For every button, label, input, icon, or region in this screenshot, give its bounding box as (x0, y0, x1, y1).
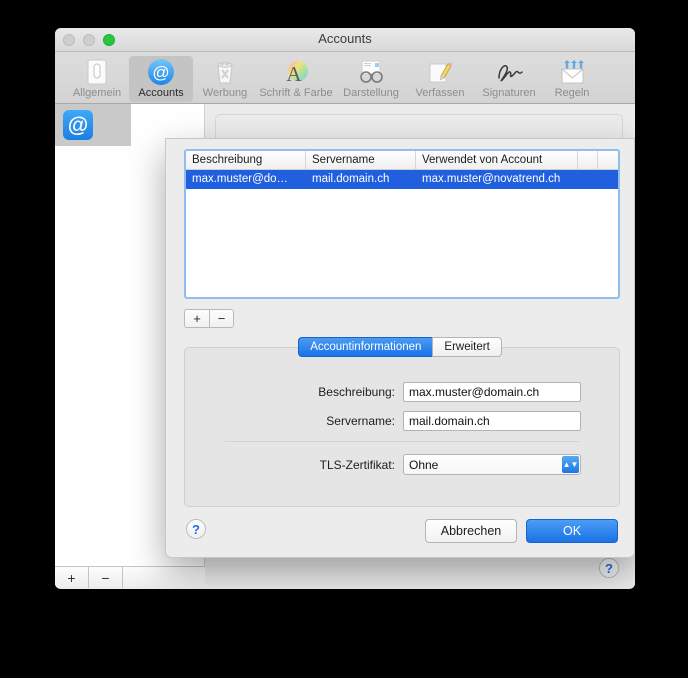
column-header-extra-2[interactable] (598, 151, 618, 169)
toolbar-item-regeln[interactable]: Regeln (545, 56, 599, 102)
cell-beschreibung: max.muster@do… (192, 173, 289, 185)
tab-accountinformationen[interactable]: Accountinformationen (298, 337, 433, 357)
font-color-icon: A (259, 58, 333, 86)
label-beschreibung: Beschreibung: (318, 385, 395, 399)
window-titlebar: Accounts (55, 28, 635, 52)
at-sign-icon: @ (131, 58, 191, 86)
rules-mail-icon (547, 58, 597, 86)
toolbar-item-schrift-farbe[interactable]: A Schrift & Farbe (257, 56, 335, 102)
toolbar-label: Regeln (554, 87, 590, 99)
toolbar-label: Verfassen (415, 87, 465, 99)
sheet-help-button[interactable]: ? (186, 519, 206, 539)
svg-text:A: A (286, 62, 302, 85)
label-tls-zertifikat: TLS-Zertifikat: (319, 457, 395, 472)
ok-button[interactable]: OK (526, 519, 618, 543)
svg-text:@: @ (152, 63, 169, 82)
tab-erweitert[interactable]: Erweitert (432, 337, 502, 357)
sidebar-account-item[interactable]: @ (55, 104, 131, 146)
segmented-filler (123, 567, 205, 588)
sheet-tabbar: Accountinformationen Erweitert (166, 337, 634, 357)
toolbar-item-verfassen[interactable]: Verfassen (407, 56, 473, 102)
input-servername[interactable]: mail.domain.ch (403, 411, 581, 431)
toolbar-item-accounts[interactable]: @ Accounts (129, 56, 193, 102)
glasses-icon (337, 58, 405, 86)
column-header-servername[interactable]: Servername (306, 151, 416, 169)
toolbar-item-werbung[interactable]: Werbung (193, 56, 257, 102)
remove-server-button[interactable]: − (209, 309, 234, 328)
cancel-button[interactable]: Abbrechen (425, 519, 517, 543)
chevron-updown-icon: ▲▼ (562, 456, 579, 473)
tab-panel-accountinformationen: Beschreibung: max.muster@domain.ch Serve… (184, 347, 620, 507)
preferences-toolbar: Allgemein @ Accounts Werbung A Schrift &… (55, 52, 635, 104)
add-server-button[interactable]: + (184, 309, 209, 328)
toolbar-label: Schrift & Farbe (259, 87, 333, 99)
toolbar-label: Signaturen (482, 87, 536, 99)
popup-tls-zertifikat[interactable]: Ohne ▲▼ (403, 454, 581, 475)
junk-bin-icon (195, 58, 255, 86)
remove-account-button[interactable]: − (89, 567, 123, 588)
general-icon (67, 58, 127, 86)
add-account-button[interactable]: + (55, 567, 89, 588)
column-header-extra-1[interactable] (578, 151, 598, 169)
toolbar-label: Darstellung (343, 87, 399, 99)
toolbar-item-signaturen[interactable]: Signaturen (473, 56, 545, 102)
at-sign-icon: @ (63, 110, 93, 140)
accounts-segmented-control: + − (55, 566, 205, 588)
toolbar-label: Allgemein (72, 87, 122, 99)
toolbar-item-darstellung[interactable]: Darstellung (335, 56, 407, 102)
toolbar-item-allgemein[interactable]: Allgemein (65, 56, 129, 102)
accounts-table[interactable]: Beschreibung Servername Verwendet von Ac… (184, 149, 620, 299)
help-button[interactable]: ? (599, 558, 619, 578)
column-header-verwendet[interactable]: Verwendet von Account (416, 151, 578, 169)
sheet-button-row: Abbrechen OK (425, 519, 618, 543)
popup-tls-value: Ohne (409, 457, 439, 472)
column-header-beschreibung[interactable]: Beschreibung (186, 151, 306, 169)
cell-verwendet: max.muster@novatrend.ch (422, 173, 561, 185)
field-row-tls-zertifikat: TLS-Zertifikat: Ohne ▲▼ (185, 454, 619, 475)
field-row-servername: Servername: mail.domain.ch (185, 411, 619, 431)
table-add-remove-control: + − (184, 309, 234, 328)
input-beschreibung[interactable]: max.muster@domain.ch (403, 382, 581, 402)
label-servername: Servername: (326, 414, 395, 428)
toolbar-label: Werbung (202, 87, 248, 99)
table-header-row: Beschreibung Servername Verwendet von Ac… (186, 151, 618, 170)
cell-servername: mail.domain.ch (312, 173, 390, 185)
account-settings-sheet: Beschreibung Servername Verwendet von Ac… (165, 138, 635, 558)
signature-icon (475, 58, 543, 86)
window-title: Accounts (318, 31, 372, 46)
toolbar-label: Accounts (138, 87, 184, 99)
pencil-pad-icon (409, 58, 471, 86)
panel-divider (225, 441, 579, 442)
table-row[interactable]: max.muster@do… mail.domain.ch max.muster… (186, 170, 618, 189)
field-row-beschreibung: Beschreibung: max.muster@domain.ch (185, 382, 619, 402)
preferences-window: Accounts Allgemein @ Accounts Werbung A … (55, 28, 635, 589)
